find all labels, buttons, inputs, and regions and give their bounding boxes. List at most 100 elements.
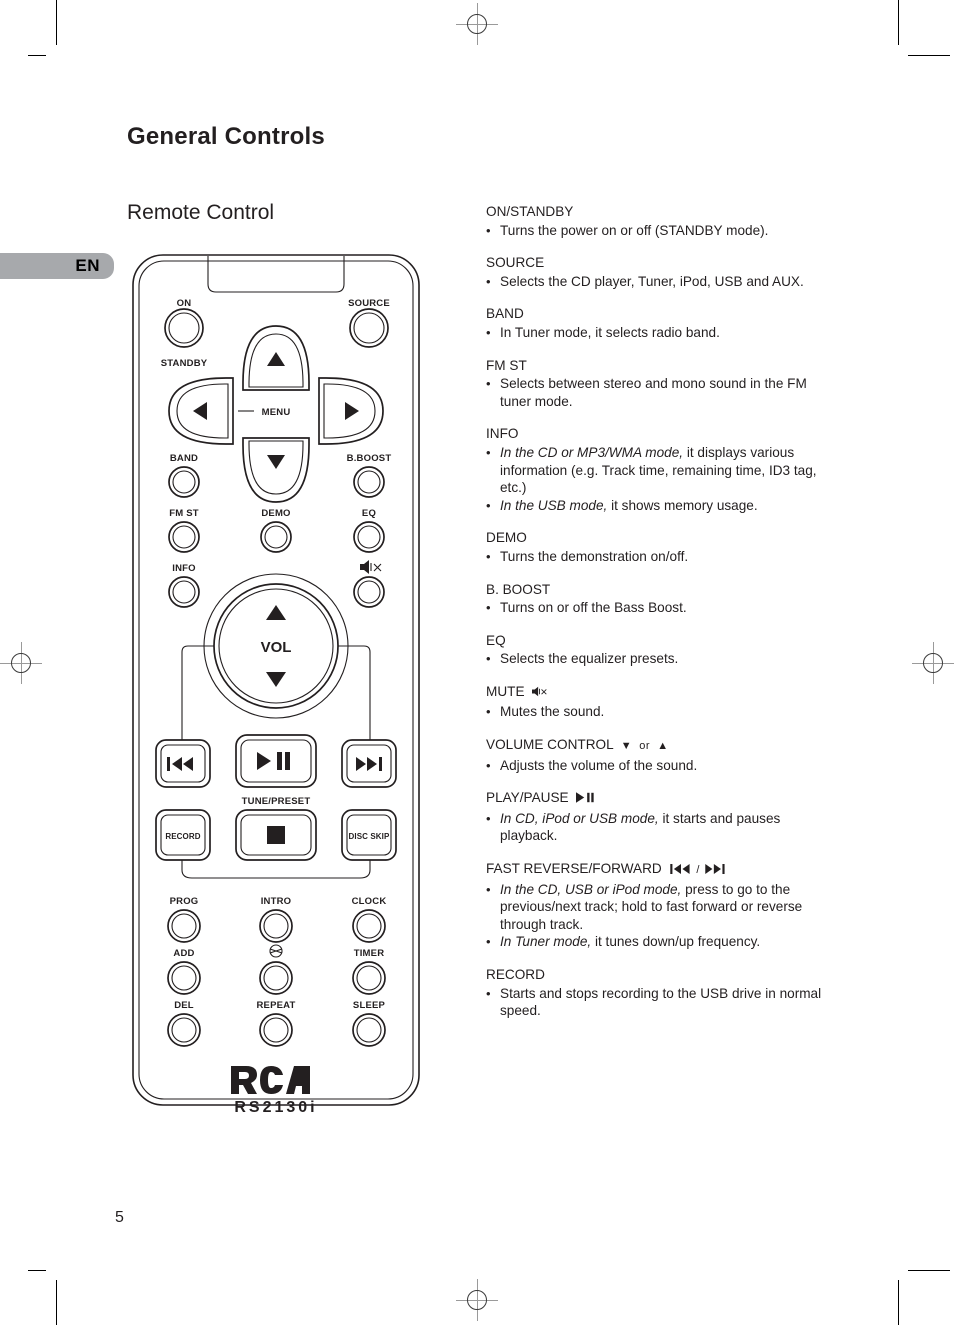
remote-label-menu: MENU xyxy=(262,407,291,418)
description-block: ON/STANDBY • Turns the power on or off (ST… xyxy=(486,203,838,239)
crop-mark-bottom-right-h xyxy=(908,1270,950,1271)
remote-label-bboost: B.BOOST xyxy=(347,453,392,464)
control-descriptions: ON/STANDBY • Turns the power on or off (ST… xyxy=(486,203,838,1020)
remote-model-number: RS2130i xyxy=(234,1099,317,1116)
description-bullet: • Selects the CD player, Tuner, iPod, USB… xyxy=(486,273,838,291)
volume-down-up-icon: ▼ or ▲ xyxy=(620,740,669,753)
crop-mark-top-right-h xyxy=(908,55,950,56)
remote-label-eq: EQ xyxy=(362,508,376,519)
bullet-marker: • xyxy=(486,444,491,460)
description-title-text: MUTE xyxy=(486,683,525,699)
bullet-mode-lead: In the CD or MP3/WMA mode, xyxy=(500,444,684,460)
description-title: RECORD xyxy=(486,966,838,984)
registration-mark-left xyxy=(0,642,42,684)
remote-label-info: INFO xyxy=(172,563,196,574)
description-bullet: • Mutes the sound. xyxy=(486,703,838,721)
bullet-text: In Tuner mode, it selects radio band. xyxy=(500,324,720,340)
crop-mark-bottom-left-v xyxy=(56,1280,57,1325)
bullet-text: Starts and stops recording to the USB dr… xyxy=(500,985,822,1019)
description-title: ON/STANDBY xyxy=(486,203,838,221)
bullet-marker: • xyxy=(486,757,491,773)
description-block: PLAY/PAUSE • In CD, iPod or USB mode, it … xyxy=(486,789,838,845)
bullet-marker: • xyxy=(486,934,491,950)
description-bullet: • In Tuner mode, it selects radio band. xyxy=(486,324,838,342)
description-title: SOURCE xyxy=(486,254,838,272)
description-bullet: • In the CD, USB or iPod mode, press to g… xyxy=(486,881,838,934)
remote-label-intro: INTRO xyxy=(261,896,292,907)
description-title-text: ON/STANDBY xyxy=(486,204,574,219)
play-pause-icon xyxy=(569,792,596,805)
volume-up-icon: ▲ xyxy=(657,740,669,753)
description-title-text: FAST REVERSE/FORWARD xyxy=(486,861,662,877)
description-title: BAND xyxy=(486,305,838,323)
description-title-text: VOLUME CONTROL xyxy=(486,737,614,753)
description-block: BAND • In Tuner mode, it selects radio ban… xyxy=(486,305,838,341)
description-title: DEMO xyxy=(486,529,838,547)
bullet-text: Selects the CD player, Tuner, iPod, USB … xyxy=(500,273,804,289)
remote-label-vol: VOL xyxy=(261,639,292,656)
bullet-mode-lead: In CD, iPod or USB mode, xyxy=(500,810,659,826)
registration-mark-bottom xyxy=(456,1279,498,1321)
crop-mark-bottom-left-h xyxy=(28,1270,46,1271)
description-title: PLAY/PAUSE xyxy=(486,789,838,809)
description-title: FM ST xyxy=(486,357,838,375)
bullet-marker: • xyxy=(486,222,491,238)
bullet-marker: • xyxy=(486,704,491,720)
description-bullet: • Starts and stops recording to the USB d… xyxy=(486,985,838,1020)
description-title: VOLUME CONTROL ▼ or ▲ xyxy=(486,736,838,756)
description-title-text: EQ xyxy=(486,632,506,648)
remote-label-clock: CLOCK xyxy=(352,896,387,907)
description-title-text: PLAY/PAUSE xyxy=(486,790,569,806)
bullet-mode-lead: In the CD, USB or iPod mode, xyxy=(500,881,682,897)
bullet-text: Selects the equalizer presets. xyxy=(500,651,679,667)
manual-page: General Controls Remote Control EN 5 .bd… xyxy=(0,0,954,1325)
bullet-mode-lead: In the USB mode, xyxy=(500,497,608,513)
bullet-marker: • xyxy=(486,376,491,392)
description-title-text: B. BOOST xyxy=(486,581,551,597)
description-bullet: • In Tuner mode, it tunes down/up frequen… xyxy=(486,933,838,951)
bullet-text: Turns the power on or off (STANDBY mode)… xyxy=(500,222,769,238)
remote-label-timer: TIMER xyxy=(354,948,385,959)
bullet-text: Turns the demonstration on/off. xyxy=(500,548,689,564)
description-title-text: INFO xyxy=(486,426,519,442)
description-title-text: RECORD xyxy=(486,967,545,982)
description-block: B. BOOST • Turns on or off the Bass Boost. xyxy=(486,581,838,617)
description-bullet: • In the CD or MP3/WMA mode, it displays … xyxy=(486,444,838,497)
description-block: VOLUME CONTROL ▼ or ▲ • Adjusts the volume… xyxy=(486,736,838,774)
description-bullet: • Turns on or off the Bass Boost. xyxy=(486,599,838,617)
bullet-marker: • xyxy=(486,881,491,897)
description-block: DEMO • Turns the demonstration on/off. xyxy=(486,529,838,565)
description-title-text: FM ST xyxy=(486,357,527,373)
bullet-marker: • xyxy=(486,497,491,513)
bullet-text: Mutes the sound. xyxy=(500,704,605,720)
remote-label-tune-preset: TUNE/PRESET xyxy=(242,796,311,807)
description-bullet: • Selects the equalizer presets. xyxy=(486,650,838,668)
description-title-text: BAND xyxy=(486,306,524,322)
bullet-marker: • xyxy=(486,324,491,340)
remote-label-source: SOURCE xyxy=(348,298,390,309)
description-title: INFO xyxy=(486,425,838,443)
bullet-marker: • xyxy=(486,600,491,616)
description-title: EQ xyxy=(486,632,838,650)
description-title-text: SOURCE xyxy=(486,255,545,271)
bullet-text: In CD, iPod or USB mode, it starts and p… xyxy=(500,810,781,844)
bullet-text: In the USB mode, it shows memory usage. xyxy=(500,497,758,513)
language-tab: EN xyxy=(0,253,114,279)
description-bullet: • Selects between stereo and mono sound i… xyxy=(486,375,838,410)
mute-icon xyxy=(525,686,547,699)
bullet-text: In the CD or MP3/WMA mode, it displays v… xyxy=(500,444,817,496)
remote-label-record: RECORD xyxy=(165,832,200,841)
remote-label-repeat: REPEAT xyxy=(256,1000,295,1011)
bullet-marker: • xyxy=(486,548,491,564)
description-title: B. BOOST xyxy=(486,581,838,599)
remote-label-add: ADD xyxy=(173,948,194,959)
bullet-text: Turns on or off the Bass Boost. xyxy=(500,600,687,616)
description-block: FAST REVERSE/FORWARD / • In the CD, USB o… xyxy=(486,860,838,951)
remote-label-demo: DEMO xyxy=(261,508,290,519)
page-title: General Controls xyxy=(127,123,325,150)
bullet-text: In the CD, USB or iPod mode, press to go… xyxy=(500,881,803,932)
bullet-text: Adjusts the volume of the sound. xyxy=(500,757,698,773)
description-block: SOURCE • Selects the CD player, Tuner, iPo… xyxy=(486,254,838,290)
crop-mark-top-left-v xyxy=(56,0,57,45)
description-title: FAST REVERSE/FORWARD / xyxy=(486,860,838,880)
